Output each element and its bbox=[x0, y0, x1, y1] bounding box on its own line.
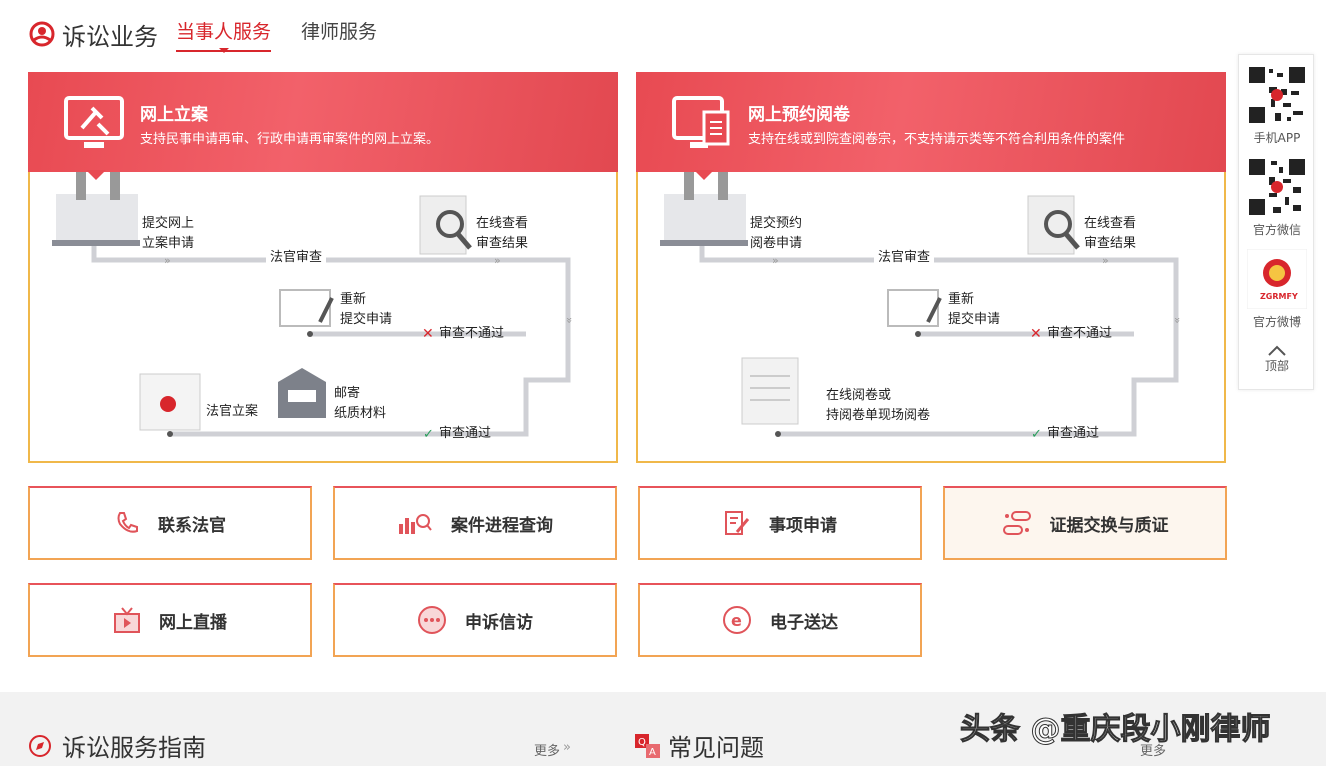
service-label: 案件进程查询 bbox=[451, 515, 553, 536]
svg-text:✓: ✓ bbox=[1031, 427, 1042, 442]
right-sidebar: 手机APP 官方微信 ZGRMFY 官方微博 顶部 bbox=[1238, 54, 1314, 390]
service-label: 证据交换与质证 bbox=[1049, 515, 1169, 536]
guide-more-link[interactable]: 更多 bbox=[534, 740, 560, 759]
svg-text:»: » bbox=[772, 254, 779, 267]
watermark: 头条 @重庆段小刚律师 bbox=[959, 712, 1271, 748]
service-label: 申诉信访 bbox=[465, 612, 533, 633]
case-progress-button[interactable]: 案件进程查询 bbox=[333, 486, 617, 560]
court-emblem-icon: ZGRMFY bbox=[1247, 249, 1307, 309]
qr-code-icon bbox=[1247, 65, 1307, 125]
svg-text:Q: Q bbox=[638, 737, 646, 748]
compass-icon bbox=[29, 734, 51, 757]
step-view-result: 在线查看 审查结果 bbox=[1084, 216, 1137, 251]
online-reading-panel[interactable]: 网上预约阅卷 支持在线或到院查阅卷宗，不支持请示类等不符合利用条件的案件 »» … bbox=[636, 72, 1226, 463]
svg-text:e: e bbox=[731, 611, 742, 630]
weibo-item[interactable]: ZGRMFY 官方微博 bbox=[1239, 249, 1315, 330]
step-review: 法官审查 bbox=[266, 248, 327, 268]
litigation-icon bbox=[29, 21, 55, 47]
step-resubmit: 重新 提交申请 bbox=[948, 292, 1001, 327]
step-pass: 审查通过 bbox=[1047, 426, 1100, 441]
litigation-logo: 诉讼业务 bbox=[28, 17, 158, 52]
svg-text:✓: ✓ bbox=[423, 427, 434, 442]
top-nav: 诉讼业务 当事人服务 律师服务 bbox=[28, 14, 377, 54]
step-submit: 提交预约 阅卷申请 bbox=[750, 216, 803, 251]
step-view-result: 在线查看 审查结果 bbox=[476, 216, 529, 251]
svg-text:»: » bbox=[1171, 317, 1184, 324]
chart-search-icon bbox=[399, 514, 432, 534]
document-edit-icon bbox=[725, 511, 750, 535]
svg-text:A: A bbox=[649, 747, 656, 758]
service-label: 联系法官 bbox=[158, 515, 226, 536]
app-label: 手机APP bbox=[1253, 131, 1301, 145]
chevron-up-icon bbox=[1268, 345, 1286, 356]
svg-text:»: » bbox=[563, 317, 576, 324]
top-label: 顶部 bbox=[1264, 359, 1289, 373]
guide-more-icon[interactable]: » bbox=[563, 740, 571, 755]
guide-title: 诉讼服务指南 bbox=[62, 734, 206, 762]
weibo-label: 官方微博 bbox=[1252, 315, 1301, 329]
step-submit: 提交网上 立案申请 bbox=[142, 216, 195, 251]
svg-text:»: » bbox=[1102, 254, 1109, 267]
step-fail: 审查不通过 bbox=[1047, 326, 1113, 341]
svg-text:»: » bbox=[164, 254, 171, 267]
guide-heading: 诉讼服务指南 bbox=[28, 728, 206, 763]
live-broadcast-button[interactable]: 网上直播 bbox=[28, 583, 312, 657]
qr-code-icon bbox=[1247, 157, 1307, 217]
service-label: 网上直播 bbox=[159, 612, 227, 633]
exchange-icon bbox=[1002, 511, 1031, 535]
tab-lawyer-service[interactable]: 律师服务 bbox=[301, 17, 377, 52]
page-title: 诉讼业务 bbox=[62, 22, 158, 51]
tab-party-service[interactable]: 当事人服务 bbox=[176, 17, 272, 53]
e-delivery-button[interactable]: e 电子送达 bbox=[638, 583, 922, 657]
contact-judge-button[interactable]: 联系法官 bbox=[28, 486, 312, 560]
e-letter-icon: e bbox=[723, 606, 751, 634]
step-resubmit: 重新 提交申请 bbox=[340, 292, 393, 327]
back-to-top-button[interactable]: 顶部 bbox=[1239, 345, 1315, 374]
svg-text:✕: ✕ bbox=[1030, 326, 1042, 342]
petition-button[interactable]: 申诉信访 bbox=[333, 583, 617, 657]
step-fail: 审查不通过 bbox=[439, 326, 505, 341]
chat-bubble-icon bbox=[418, 606, 446, 634]
step-pass: 审查通过 bbox=[439, 426, 492, 441]
online-filing-panel[interactable]: 网上立案 支持民事申请再审、行政申请再审案件的网上立案。 »» » ✕ ✓ 提交… bbox=[28, 72, 618, 463]
step-review: 法官审查 bbox=[874, 248, 935, 268]
service-label: 电子送达 bbox=[770, 612, 838, 633]
step-mail: 邮寄 纸质材料 bbox=[334, 386, 387, 421]
app-qr-item[interactable]: 手机APP bbox=[1239, 65, 1315, 146]
phone-icon bbox=[117, 512, 138, 533]
step-read: 在线阅卷或 持阅卷单现场阅卷 bbox=[826, 388, 931, 423]
wechat-qr-item[interactable]: 官方微信 bbox=[1239, 157, 1315, 238]
matter-application-button[interactable]: 事项申请 bbox=[638, 486, 922, 560]
step-register: 法官立案 bbox=[206, 404, 259, 419]
faq-title: 常见问题 bbox=[668, 734, 764, 762]
svg-text:✕: ✕ bbox=[422, 326, 434, 342]
emblem-text: ZGRMFY bbox=[1260, 292, 1298, 301]
qa-icon: QA bbox=[635, 733, 660, 758]
faq-heading: QA 常见问题 bbox=[634, 728, 764, 763]
service-label: 事项申请 bbox=[769, 515, 837, 536]
wechat-label: 官方微信 bbox=[1252, 223, 1301, 237]
evidence-exchange-button[interactable]: 证据交换与质证 bbox=[943, 486, 1227, 560]
svg-text:»: » bbox=[494, 254, 501, 267]
tv-icon bbox=[114, 607, 140, 633]
